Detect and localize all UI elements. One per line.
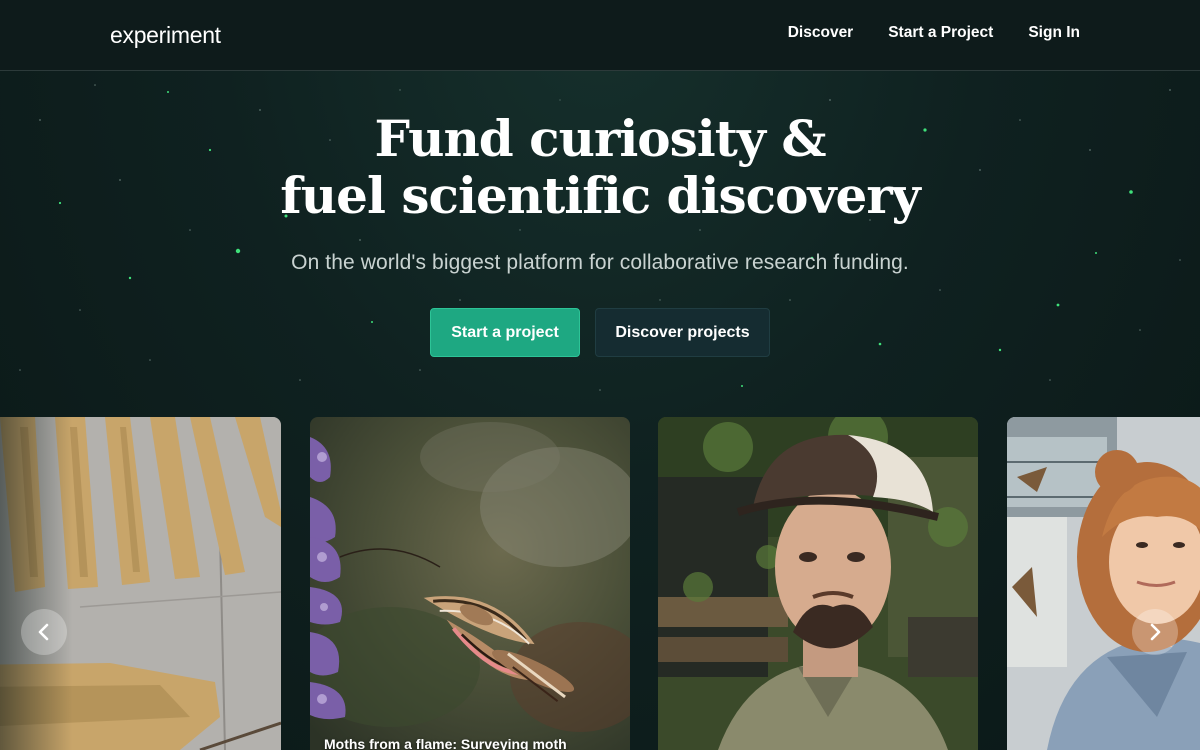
- project-card[interactable]: Moths from a flame: Surveying moth: [310, 417, 630, 750]
- carousel-next-button[interactable]: [1132, 609, 1178, 655]
- nav-start-project-link[interactable]: Start a Project: [888, 24, 993, 42]
- researcher-woman-image: [1007, 417, 1200, 750]
- project-carousel: Moths from a flame: Surveying moth: [0, 417, 1200, 750]
- discover-projects-button[interactable]: Discover projects: [595, 308, 770, 357]
- main-nav: Discover Start a Project Sign In: [788, 24, 1080, 42]
- chevron-right-icon: [1150, 623, 1161, 641]
- project-card[interactable]: [658, 417, 978, 750]
- chevron-left-icon: [38, 623, 49, 641]
- nav-discover-link[interactable]: Discover: [788, 24, 853, 42]
- project-card[interactable]: [1007, 417, 1200, 750]
- carousel-prev-button[interactable]: [21, 609, 67, 655]
- hero-title-line-2: fuel scientific discovery: [280, 166, 920, 225]
- grain-drying-image: [0, 417, 281, 750]
- nav-sign-in-link[interactable]: Sign In: [1028, 24, 1080, 42]
- start-project-button[interactable]: Start a project: [430, 308, 580, 357]
- page: experiment Discover Start a Project Sign…: [0, 0, 1200, 750]
- site-logo[interactable]: experiment: [110, 22, 221, 49]
- hawk-moth-image: [310, 417, 630, 750]
- researcher-man-image: [658, 417, 978, 750]
- hero-subtitle: On the world's biggest platform for coll…: [291, 251, 909, 274]
- top-navbar: experiment Discover Start a Project Sign…: [0, 0, 1200, 71]
- hero-title: Fund curiosity & fuel scientific discove…: [0, 110, 1200, 224]
- project-card[interactable]: [0, 417, 281, 750]
- project-card-title: Moths from a flame: Surveying moth: [324, 736, 567, 750]
- hero-title-line-1: Fund curiosity &: [374, 109, 826, 168]
- hero-cta-group: Start a project Discover projects: [430, 308, 770, 357]
